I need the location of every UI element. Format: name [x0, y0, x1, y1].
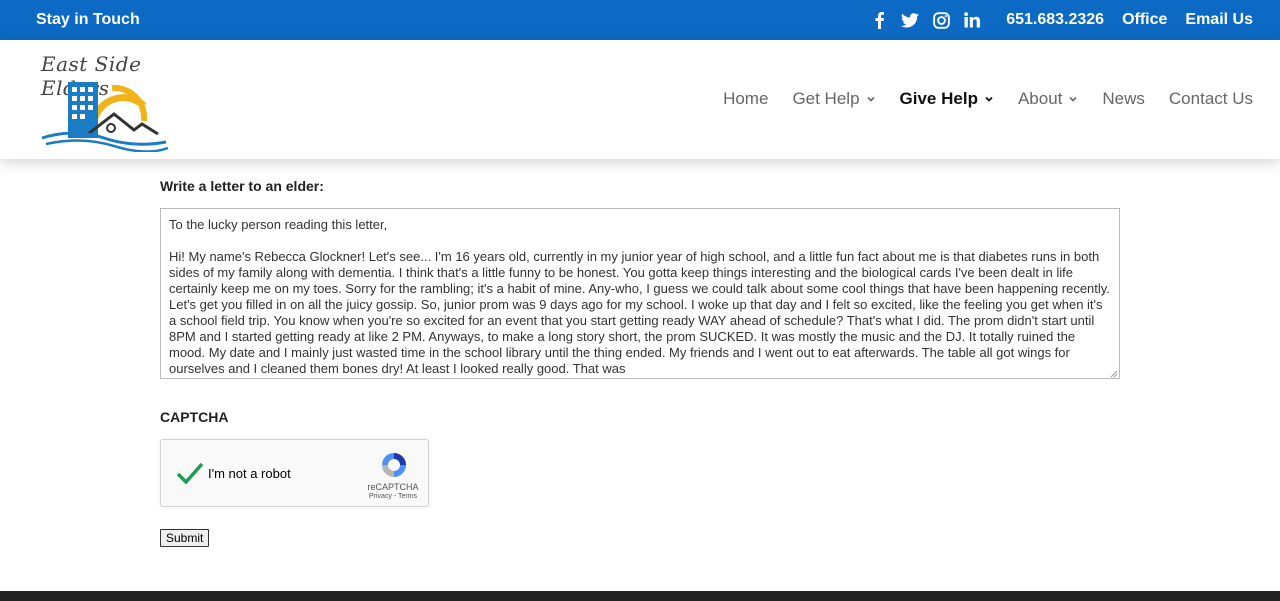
recaptcha-widget: I'm not a robot reCAPTCHA Privacy - Term… — [160, 439, 429, 507]
resize-handle-icon[interactable] — [1109, 369, 1118, 378]
phone-link[interactable]: 651.683.2326 — [1006, 11, 1104, 29]
nav-home[interactable]: Home — [723, 89, 768, 109]
nav-about-label: About — [1017, 89, 1063, 108]
linkedin-icon[interactable] — [962, 10, 982, 30]
logo-graphic-icon — [41, 82, 169, 152]
nav-home-label: Home — [723, 89, 769, 108]
top-bar-right: 651.683.2326 Office Email Us — [858, 0, 1253, 40]
chevron-down-icon — [866, 96, 875, 102]
recaptcha-terms-link[interactable]: Privacy - Terms — [357, 493, 429, 500]
captcha-label: CAPTCHA — [160, 409, 229, 425]
twitter-icon[interactable] — [900, 10, 920, 30]
chevron-down-icon — [1069, 96, 1077, 102]
office-link[interactable]: Office — [1122, 11, 1167, 29]
letter-textarea[interactable]: To the lucky person reading this letter,… — [160, 208, 1120, 379]
recaptcha-text: I'm not a robot — [208, 466, 291, 481]
nav-get-help-label: Get Help — [792, 89, 860, 108]
letter-label: Write a letter to an elder: — [160, 178, 324, 194]
top-tagline: Stay in Touch — [36, 11, 140, 28]
letter-form: Write a letter to an elder: To the lucky… — [160, 178, 1120, 547]
site-header: East Side Elders Home Get Hel — [0, 40, 1280, 159]
top-bar: Stay in Touch 651.683.2326 Office Email … — [0, 0, 1280, 40]
nav-get-help[interactable]: Get Help — [792, 89, 875, 109]
nav-about[interactable]: About — [1018, 89, 1078, 109]
site-logo[interactable]: East Side Elders — [34, 50, 184, 152]
facebook-icon[interactable] — [869, 10, 889, 30]
nav-contact-us-label: Contact Us — [1168, 89, 1253, 108]
nav-news[interactable]: News — [1102, 89, 1145, 109]
footer-bar — [0, 591, 1280, 601]
nav-news-label: News — [1102, 89, 1145, 108]
nav-give-help[interactable]: Give Help — [900, 89, 994, 109]
chevron-down-icon — [985, 96, 993, 102]
checkmark-icon[interactable] — [175, 458, 205, 488]
nav-contact-us[interactable]: Contact Us — [1169, 89, 1253, 109]
email-us-link[interactable]: Email Us — [1185, 11, 1253, 29]
instagram-icon[interactable] — [931, 10, 951, 30]
recaptcha-brand: reCAPTCHA — [367, 482, 419, 492]
main-nav: Home Get Help Give Help About News Conta… — [699, 89, 1253, 109]
nav-give-help-label: Give Help — [899, 89, 978, 108]
submit-button[interactable]: Submit — [160, 529, 210, 547]
recaptcha-logo-icon — [382, 453, 406, 477]
